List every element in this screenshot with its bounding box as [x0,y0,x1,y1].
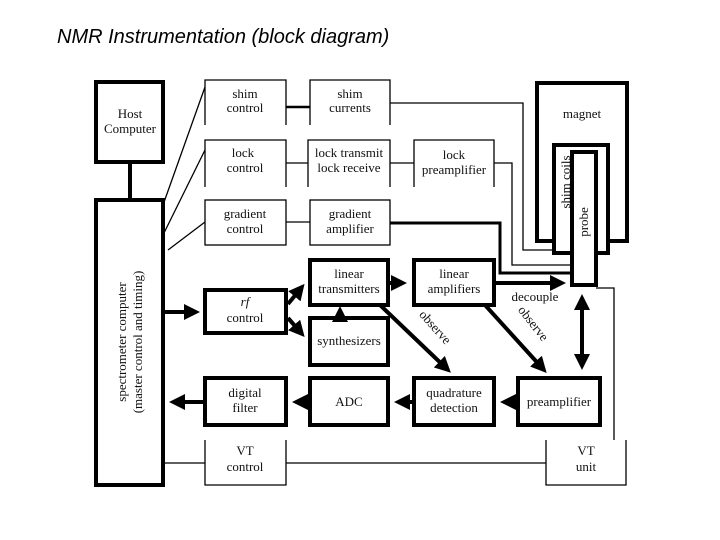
vt-control-label: VT control [227,443,264,474]
spectrometer-label: spectrometer computer(master control and… [114,271,145,414]
lock-tx-rx-label: lock transmit lock receive [315,145,384,175]
shim-currents-label: shim currents [329,86,371,115]
observe-label-1: observe [416,307,454,347]
digital-filter-label: digital filter [228,385,262,415]
adc-label: ADC [335,394,362,409]
shim-coils-label: shim coils [558,155,573,208]
nmr-block-diagram: Host Computer spectrometer computer(maste… [94,79,629,487]
lock-preamp-label: lock preamplifier [422,147,487,177]
magnet-label: magnet [563,106,602,121]
gradient-amp-label: gradient amplifier [326,206,374,236]
preamplifier-label: preamplifier [527,394,592,409]
observe-label-2: observe [515,303,552,344]
lock-control-label: lock control [227,145,264,175]
vt-unit-label: VT unit [576,443,597,474]
shim-control-label: shim control [227,86,264,115]
gradient-control-label: gradient control [224,206,267,236]
decouple-label: decouple [512,289,559,304]
synthesizers-label: synthesizers [317,333,381,348]
quadrature-label: quadrature detection [426,385,482,415]
probe-label: probe [576,207,591,237]
